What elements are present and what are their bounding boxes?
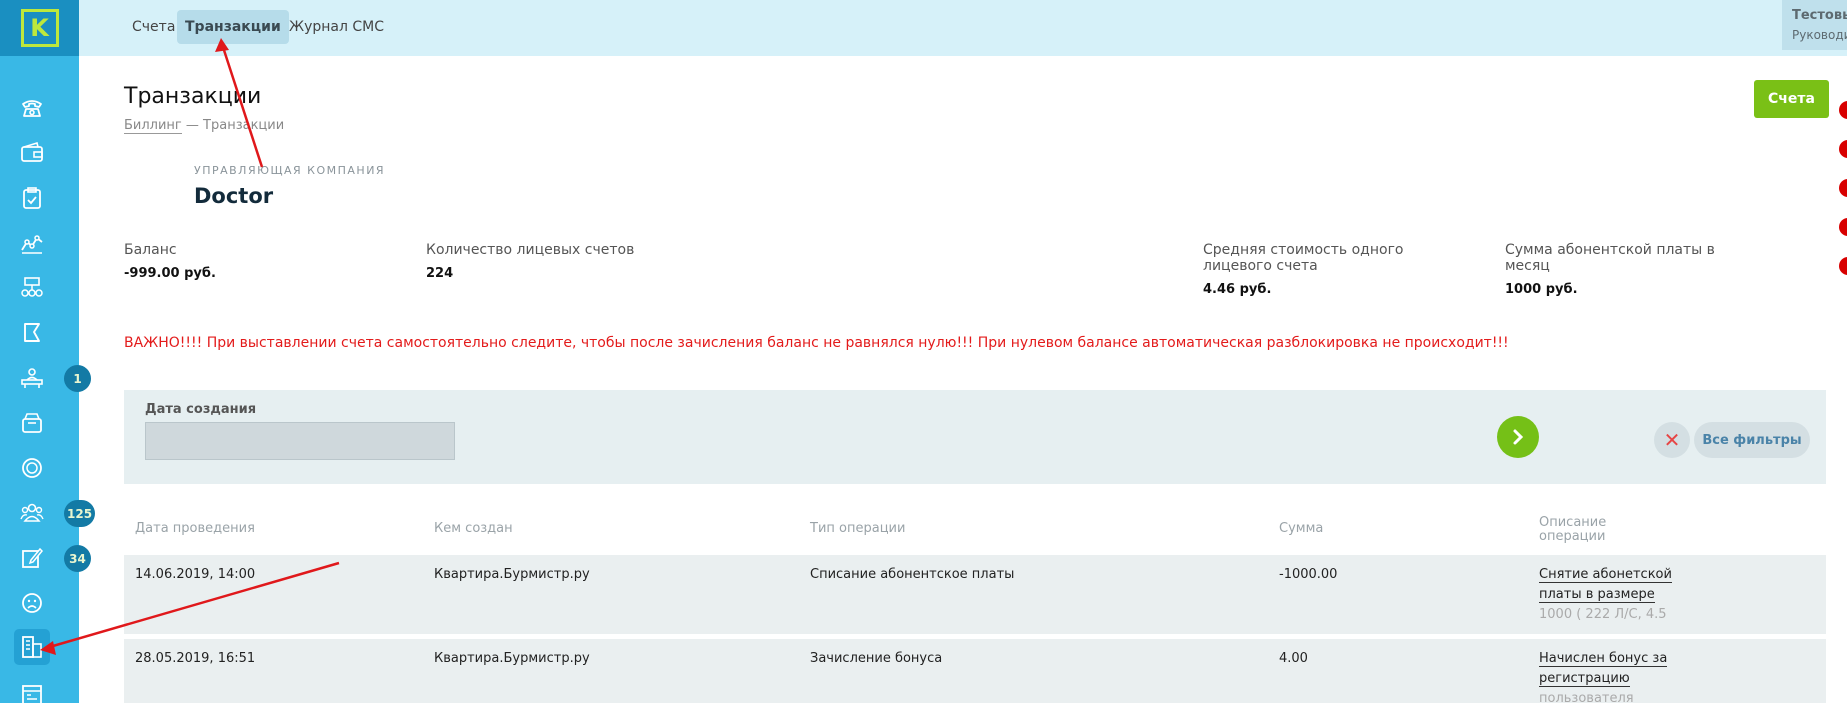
balance-value: -999.00 руб. — [124, 266, 216, 281]
app-root: K 1 125 34 Счета Транзакции Журнал СМС Т… — [0, 0, 1847, 703]
sidebar-item-structure[interactable] — [14, 270, 50, 306]
user-role: Руководитель, Doctor — [1792, 28, 1847, 42]
edit-icon — [22, 547, 44, 568]
chevron-right-icon — [1513, 429, 1524, 445]
notification-dot[interactable] — [1839, 218, 1847, 236]
company-label: УПРАВЛЯЮЩАЯ КОМПАНИЯ — [194, 164, 386, 177]
org-structure-icon — [21, 277, 43, 297]
calendar-list-icon — [22, 685, 42, 703]
column-header-type[interactable]: Тип операции — [810, 522, 905, 536]
row-type: Зачисление бонуса — [810, 651, 943, 666]
column-header-date[interactable]: Дата проведения — [135, 522, 255, 536]
row-type: Списание абонентское платы — [810, 567, 1015, 582]
avg-cost-label: Средняя стоимость одного лицевого счета — [1203, 242, 1404, 274]
reception-count-badge: 1 — [64, 365, 91, 392]
avg-cost-value: 4.46 руб. — [1203, 282, 1272, 297]
row-description: Начислен бонус за регистрацию пользовате… — [1539, 649, 1679, 703]
row-date: 14.06.2019, 14:00 — [135, 567, 256, 582]
row-description: Снятие абонетской платы в размере 1000 (… — [1539, 565, 1679, 625]
row-description-line: платы в размере — [1539, 587, 1655, 603]
column-header-description[interactable]: Описание операции — [1539, 516, 1619, 544]
logo[interactable]: K — [0, 0, 79, 56]
breadcrumb-separator: — — [185, 118, 199, 133]
balance-label: Баланс — [124, 242, 177, 258]
breadcrumb-billing-link[interactable]: Биллинг — [124, 118, 182, 134]
row-creator: Квартира.Бурмистр.ру — [434, 651, 590, 666]
sad-face-icon — [22, 593, 42, 613]
phone-icon — [22, 100, 42, 117]
sidebar-item-payments[interactable] — [14, 450, 50, 486]
close-icon: ✕ — [1663, 428, 1681, 452]
row-description-line: Начислен бонус за — [1539, 651, 1668, 667]
user-name: Тестовый Д. Р. — [1792, 8, 1847, 23]
billing-warning: ВАЖНО!!!! При выставлении счета самостоя… — [124, 335, 1509, 351]
sidebar-item-complaints[interactable] — [14, 585, 50, 621]
sidebar-item-billing[interactable] — [14, 629, 50, 665]
clear-filter-button[interactable]: ✕ — [1654, 422, 1690, 458]
archive-icon — [22, 413, 42, 433]
tab-accounts[interactable]: Счета — [124, 10, 183, 44]
sidebar-item-users[interactable] — [14, 495, 50, 531]
column-header-creator[interactable]: Кем создан — [434, 522, 513, 536]
sidebar-item-requests[interactable] — [14, 540, 50, 576]
logo-mark: K — [20, 9, 59, 47]
requests-count-badge: 34 — [64, 545, 91, 572]
notification-dot[interactable] — [1839, 140, 1847, 158]
clipboard-check-icon — [23, 187, 41, 209]
table-row[interactable]: 14.06.2019, 14:00 Квартира.Бурмистр.ру С… — [124, 555, 1826, 634]
coin-icon — [22, 458, 42, 478]
sidebar-item-analytics[interactable] — [14, 225, 50, 261]
sidebar: K 1 125 34 — [0, 0, 96, 703]
apply-filter-button[interactable] — [1497, 416, 1539, 458]
row-description-line: Снятие абонетской — [1539, 567, 1672, 583]
row-amount: 4.00 — [1279, 651, 1308, 666]
sidebar-item-wallet[interactable] — [14, 135, 50, 171]
users-count-badge: 125 — [64, 500, 96, 527]
row-date: 28.05.2019, 16:51 — [135, 651, 256, 666]
sidebar-item-tasks[interactable] — [14, 180, 50, 216]
monthly-fee-value: 1000 руб. — [1505, 282, 1578, 297]
flag-icon — [24, 323, 40, 342]
notification-dot[interactable] — [1839, 179, 1847, 197]
sidebar-item-phone[interactable] — [14, 90, 50, 126]
billing-icon — [22, 636, 42, 658]
table-row[interactable]: 28.05.2019, 16:51 Квартира.Бурмистр.ру З… — [124, 639, 1826, 703]
row-description-line: регистрацию — [1539, 671, 1630, 687]
user-menu[interactable]: Тестовый Д. Р. Руководитель, Doctor — [1782, 0, 1847, 50]
wallet-icon — [21, 141, 43, 162]
top-bar: Счета Транзакции Журнал СМС Тестовый Д. … — [79, 0, 1847, 56]
notification-dot[interactable] — [1839, 101, 1847, 119]
reception-icon — [21, 368, 43, 388]
accounts-button[interactable]: Счета — [1754, 80, 1829, 118]
company-name: Doctor — [194, 184, 274, 208]
sidebar-item-archive[interactable] — [14, 405, 50, 441]
page-title: Транзакции — [124, 84, 262, 109]
sidebar-item-flag[interactable] — [14, 315, 50, 351]
row-amount: -1000.00 — [1279, 567, 1338, 582]
accounts-count-value: 224 — [426, 266, 454, 281]
users-icon — [20, 503, 44, 522]
sidebar-item-reception[interactable] — [14, 360, 50, 396]
tab-sms-log[interactable]: Журнал СМС — [281, 10, 392, 44]
breadcrumb: Биллинг — Транзакции — [124, 118, 285, 134]
date-created-input[interactable] — [145, 422, 455, 460]
row-description-line: пользователя — [1539, 691, 1634, 703]
row-description-line: 1000 ( 222 Л/С, 4.5 — [1539, 607, 1667, 622]
date-created-label: Дата создания — [145, 402, 257, 417]
analytics-icon — [21, 235, 43, 254]
accounts-count-label: Количество лицевых счетов — [426, 242, 635, 258]
row-creator: Квартира.Бурмистр.ру — [434, 567, 590, 582]
monthly-fee-label: Сумма абонентской платы в месяц — [1505, 242, 1715, 274]
filter-panel: Дата создания ✕ Все фильтры — [124, 390, 1826, 484]
all-filters-button[interactable]: Все фильтры — [1694, 422, 1810, 458]
sidebar-item-schedule[interactable] — [14, 677, 50, 703]
tab-transactions[interactable]: Транзакции — [177, 10, 289, 44]
notification-dot[interactable] — [1839, 257, 1847, 275]
breadcrumb-current: Транзакции — [203, 118, 285, 133]
column-header-amount[interactable]: Сумма — [1279, 522, 1323, 536]
